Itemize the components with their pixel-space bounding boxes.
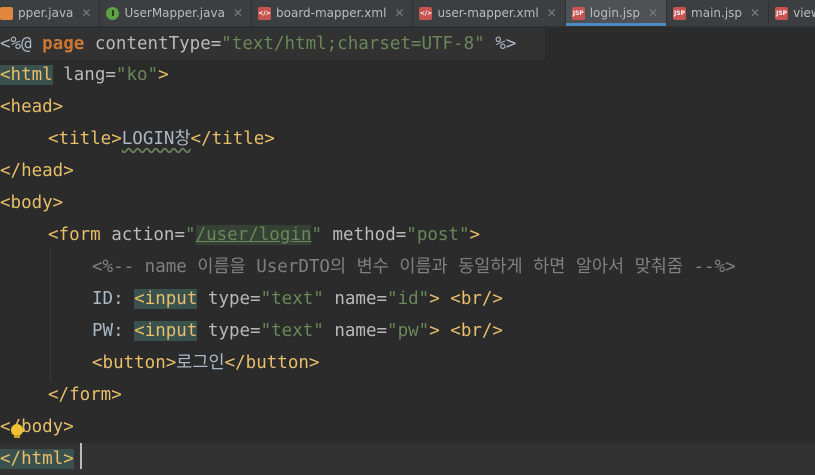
code-line-3[interactable]: <head> xyxy=(0,91,63,123)
tab-label: board-mapper.xml xyxy=(276,6,387,20)
jsp-file-icon: JSP xyxy=(571,6,585,20)
java-class-icon xyxy=(0,6,13,20)
code-line-10[interactable]: PW: <input type="text" name="pw"> <br/> xyxy=(92,315,503,347)
close-icon[interactable]: ✕ xyxy=(81,6,91,20)
code-editor[interactable]: <%@ page contentType="text/html;charset=… xyxy=(0,26,815,475)
tab-label: main.jsp xyxy=(691,6,743,20)
indent-guide xyxy=(50,248,51,382)
lightbulb-icon[interactable] xyxy=(11,424,23,438)
tab-board-mapper-xml[interactable]: </> board-mapper.xml ✕ xyxy=(252,0,414,26)
code-line-1[interactable]: <%@ page contentType="text/html;charset=… xyxy=(0,28,545,60)
code-line-14[interactable]: </html> xyxy=(0,443,815,475)
code-line-6[interactable]: <body> xyxy=(0,187,63,219)
code-line-9[interactable]: ID: <input type="text" name="id"> <br/> xyxy=(92,283,503,315)
tab-label: user-mapper.xml xyxy=(437,6,539,20)
close-icon[interactable]: ✕ xyxy=(394,6,404,20)
close-icon[interactable]: ✕ xyxy=(648,6,658,20)
close-icon[interactable]: ✕ xyxy=(547,6,557,20)
code-line-2[interactable]: <html lang="ko"> xyxy=(0,59,169,91)
tab-pper-java[interactable]: pper.java ✕ xyxy=(0,0,101,26)
xml-file-icon: </> xyxy=(258,6,271,20)
editor-tab-bar: pper.java ✕ I UserMapper.java ✕ </> boar… xyxy=(0,0,815,27)
code-line-12[interactable]: </form> xyxy=(48,379,122,411)
code-line-11[interactable]: <button>로그인</button> xyxy=(92,347,319,379)
tab-usermapper-java[interactable]: I UserMapper.java ✕ xyxy=(100,0,252,26)
url-reference[interactable]: /user/login xyxy=(195,225,312,245)
tab-user-mapper-xml[interactable]: </> user-mapper.xml ✕ xyxy=(413,0,566,26)
tab-main-jsp[interactable]: JSP main.jsp ✕ xyxy=(667,0,770,26)
tab-view-jsp[interactable]: JSP view.jsp ✕ xyxy=(769,0,815,26)
jsp-file-icon: JSP xyxy=(775,6,789,20)
text-caret xyxy=(80,443,82,469)
tab-label: view.jsp xyxy=(793,6,815,20)
tab-login-jsp[interactable]: JSP login.jsp ✕ xyxy=(565,0,668,26)
tab-label: pper.java xyxy=(18,6,74,20)
code-line-8[interactable]: <%-- name 이름을 UserDTO의 변수 이름과 동일하게 하면 알아… xyxy=(92,251,736,283)
close-icon[interactable]: ✕ xyxy=(233,6,243,20)
jsp-file-icon: JSP xyxy=(673,6,687,20)
tab-label: login.jsp xyxy=(589,6,640,20)
code-line-7[interactable]: <form action="/user/login" method="post"… xyxy=(48,219,480,251)
code-line-5[interactable]: </head> xyxy=(0,155,74,187)
code-line-4[interactable]: <title>LOGIN창</title> xyxy=(48,123,275,155)
java-interface-icon: I xyxy=(106,6,120,20)
close-icon[interactable]: ✕ xyxy=(750,6,760,20)
xml-file-icon: </> xyxy=(419,6,433,20)
tab-label: UserMapper.java xyxy=(124,6,225,20)
